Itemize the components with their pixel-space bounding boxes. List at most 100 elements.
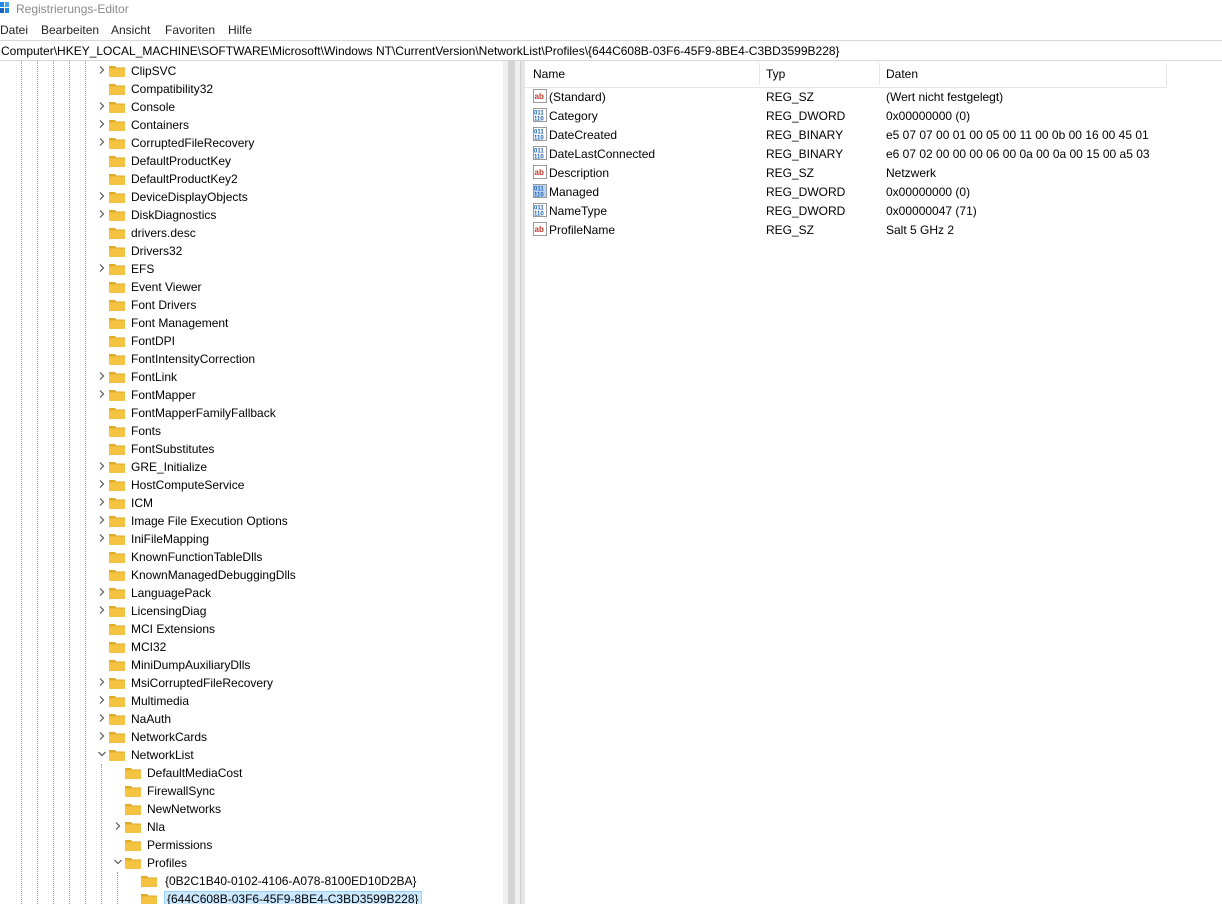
tree-item-label[interactable]: CorruptedFileRecovery (131, 136, 254, 150)
tree-item[interactable]: EFS (0, 260, 503, 278)
chevron-right-icon[interactable] (97, 191, 107, 201)
tree-item[interactable]: Font Management (0, 314, 503, 332)
tree-item[interactable]: drivers.desc (0, 224, 503, 242)
chevron-down-icon[interactable] (113, 857, 123, 867)
tree-item-label[interactable]: LanguagePack (131, 586, 211, 600)
tree-item-label[interactable]: DefaultProductKey2 (131, 172, 238, 186)
tree-item-label[interactable]: Fonts (131, 424, 161, 438)
chevron-right-icon[interactable] (97, 677, 107, 687)
tree-scrollbar[interactable] (503, 61, 520, 904)
chevron-down-icon[interactable] (97, 749, 107, 759)
value-row[interactable]: ab (Standard) REG_SZ (Wert nicht festgelegt… (525, 87, 1222, 106)
tree-item-label[interactable]: DiskDiagnostics (131, 208, 216, 222)
tree-item-label[interactable]: FontLink (131, 370, 177, 384)
chevron-right-icon[interactable] (97, 605, 107, 615)
value-row[interactable]: 011 110 DateLastConnected REG_BINARY e6 07 0… (525, 144, 1222, 163)
tree-item[interactable]: Drivers32 (0, 242, 503, 260)
tree-item[interactable]: FontIntensityCorrection (0, 350, 503, 368)
tree-item[interactable]: FirewallSync (0, 782, 503, 800)
tree-item-label[interactable]: ICM (131, 496, 153, 510)
address-bar[interactable]: Computer\HKEY_LOCAL_MACHINE\SOFTWARE\Mic… (0, 40, 1222, 61)
tree-item[interactable]: Compatibility32 (0, 80, 503, 98)
column-divider[interactable] (759, 63, 760, 85)
tree-item[interactable]: DiskDiagnostics (0, 206, 503, 224)
tree-item[interactable]: KnownManagedDebuggingDlls (0, 566, 503, 584)
tree-item-label[interactable]: IniFileMapping (131, 532, 209, 546)
tree-item[interactable]: GRE_Initialize (0, 458, 503, 476)
chevron-right-icon[interactable] (97, 371, 107, 381)
tree-item[interactable]: Containers (0, 116, 503, 134)
tree-item[interactable]: CorruptedFileRecovery (0, 134, 503, 152)
chevron-right-icon[interactable] (97, 587, 107, 597)
tree-item-label[interactable]: drivers.desc (131, 226, 196, 240)
tree-item-label[interactable]: FontDPI (131, 334, 175, 348)
tree-item[interactable]: Multimedia (0, 692, 503, 710)
tree-item-label[interactable]: Font Drivers (131, 298, 196, 312)
tree-item-label[interactable]: NewNetworks (147, 802, 221, 816)
chevron-right-icon[interactable] (97, 695, 107, 705)
tree-item[interactable]: Image File Execution Options (0, 512, 503, 530)
tree-item[interactable]: DefaultMediaCost (0, 764, 503, 782)
column-header-type[interactable]: Typ (766, 67, 785, 81)
column-header-name[interactable]: Name (533, 67, 565, 81)
tree-item[interactable]: MsiCorruptedFileRecovery (0, 674, 503, 692)
menu-datei[interactable]: Datei (0, 23, 28, 37)
tree-item-label[interactable]: MsiCorruptedFileRecovery (131, 676, 273, 690)
tree-item[interactable]: Font Drivers (0, 296, 503, 314)
tree-item[interactable]: FontDPI (0, 332, 503, 350)
tree-item-label[interactable]: HostComputeService (131, 478, 244, 492)
chevron-right-icon[interactable] (97, 533, 107, 543)
tree-item-label[interactable]: Nla (147, 820, 165, 834)
chevron-right-icon[interactable] (97, 209, 107, 219)
column-header-data[interactable]: Daten (886, 67, 918, 81)
tree-item-label[interactable]: Image File Execution Options (131, 514, 288, 528)
tree-item[interactable]: ICM (0, 494, 503, 512)
tree-item-label[interactable]: FirewallSync (147, 784, 215, 798)
column-divider[interactable] (879, 63, 880, 85)
tree-item-label[interactable]: {644C608B-03F6-45F9-8BE4-C3BD3599B228} (164, 891, 422, 904)
chevron-right-icon[interactable] (113, 821, 123, 831)
tree-item[interactable]: FontSubstitutes (0, 440, 503, 458)
chevron-right-icon[interactable] (97, 479, 107, 489)
tree-item-label[interactable]: MCI32 (131, 640, 166, 654)
value-row[interactable]: 011 110 Managed REG_DWORD 0x00000000 (0) (525, 182, 1222, 201)
tree-item-label[interactable]: NaAuth (131, 712, 171, 726)
tree-item-label[interactable]: Console (131, 100, 175, 114)
tree-item[interactable]: FontMapperFamilyFallback (0, 404, 503, 422)
value-row[interactable]: ab ProfileName REG_SZ Salt 5 GHz 2 (525, 220, 1222, 239)
value-row[interactable]: 011 110 Category REG_DWORD 0x00000000 (0) (525, 106, 1222, 125)
tree-item[interactable]: DefaultProductKey2 (0, 170, 503, 188)
tree-item[interactable]: Profiles (0, 854, 503, 872)
chevron-right-icon[interactable] (97, 119, 107, 129)
tree-item-label[interactable]: FontIntensityCorrection (131, 352, 255, 366)
tree-item-label[interactable]: FontMapperFamilyFallback (131, 406, 276, 420)
chevron-right-icon[interactable] (97, 137, 107, 147)
tree-item-label[interactable]: Containers (131, 118, 189, 132)
value-row[interactable]: 011 110 DateCreated REG_BINARY e5 07 07 00 0… (525, 125, 1222, 144)
tree-item-label[interactable]: NetworkCards (131, 730, 207, 744)
address-path[interactable]: Computer\HKEY_LOCAL_MACHINE\SOFTWARE\Mic… (1, 44, 840, 58)
column-divider[interactable] (1166, 63, 1167, 85)
tree-item-label[interactable]: EFS (131, 262, 154, 276)
value-row[interactable]: 011 110 NameType REG_DWORD 0x00000047 (71) (525, 201, 1222, 220)
tree-item[interactable]: FontLink (0, 368, 503, 386)
chevron-right-icon[interactable] (97, 263, 107, 273)
tree-scrollbar-thumb[interactable] (508, 61, 515, 904)
menu-hilfe[interactable]: Hilfe (228, 23, 252, 37)
tree-item-label[interactable]: KnownFunctionTableDlls (131, 550, 262, 564)
chevron-right-icon[interactable] (97, 65, 107, 75)
chevron-right-icon[interactable] (97, 389, 107, 399)
tree-item-label[interactable]: Compatibility32 (131, 82, 213, 96)
tree-item[interactable]: NetworkList (0, 746, 503, 764)
tree-item-label[interactable]: DefaultProductKey (131, 154, 231, 168)
tree-item-label[interactable]: {0B2C1B40-0102-4106-A078-8100ED10D2BA} (165, 874, 417, 888)
tree-item-label[interactable]: Drivers32 (131, 244, 182, 258)
tree-item-label[interactable]: Font Management (131, 316, 228, 330)
chevron-right-icon[interactable] (97, 515, 107, 525)
menu-ansicht[interactable]: Ansicht (111, 23, 150, 37)
tree-item[interactable]: NaAuth (0, 710, 503, 728)
menu-bearbeiten[interactable]: Bearbeiten (41, 23, 99, 37)
menu-favoriten[interactable]: Favoriten (165, 23, 215, 37)
tree-item-label[interactable]: LicensingDiag (131, 604, 206, 618)
tree-item[interactable]: {644C608B-03F6-45F9-8BE4-C3BD3599B228} (0, 890, 503, 904)
